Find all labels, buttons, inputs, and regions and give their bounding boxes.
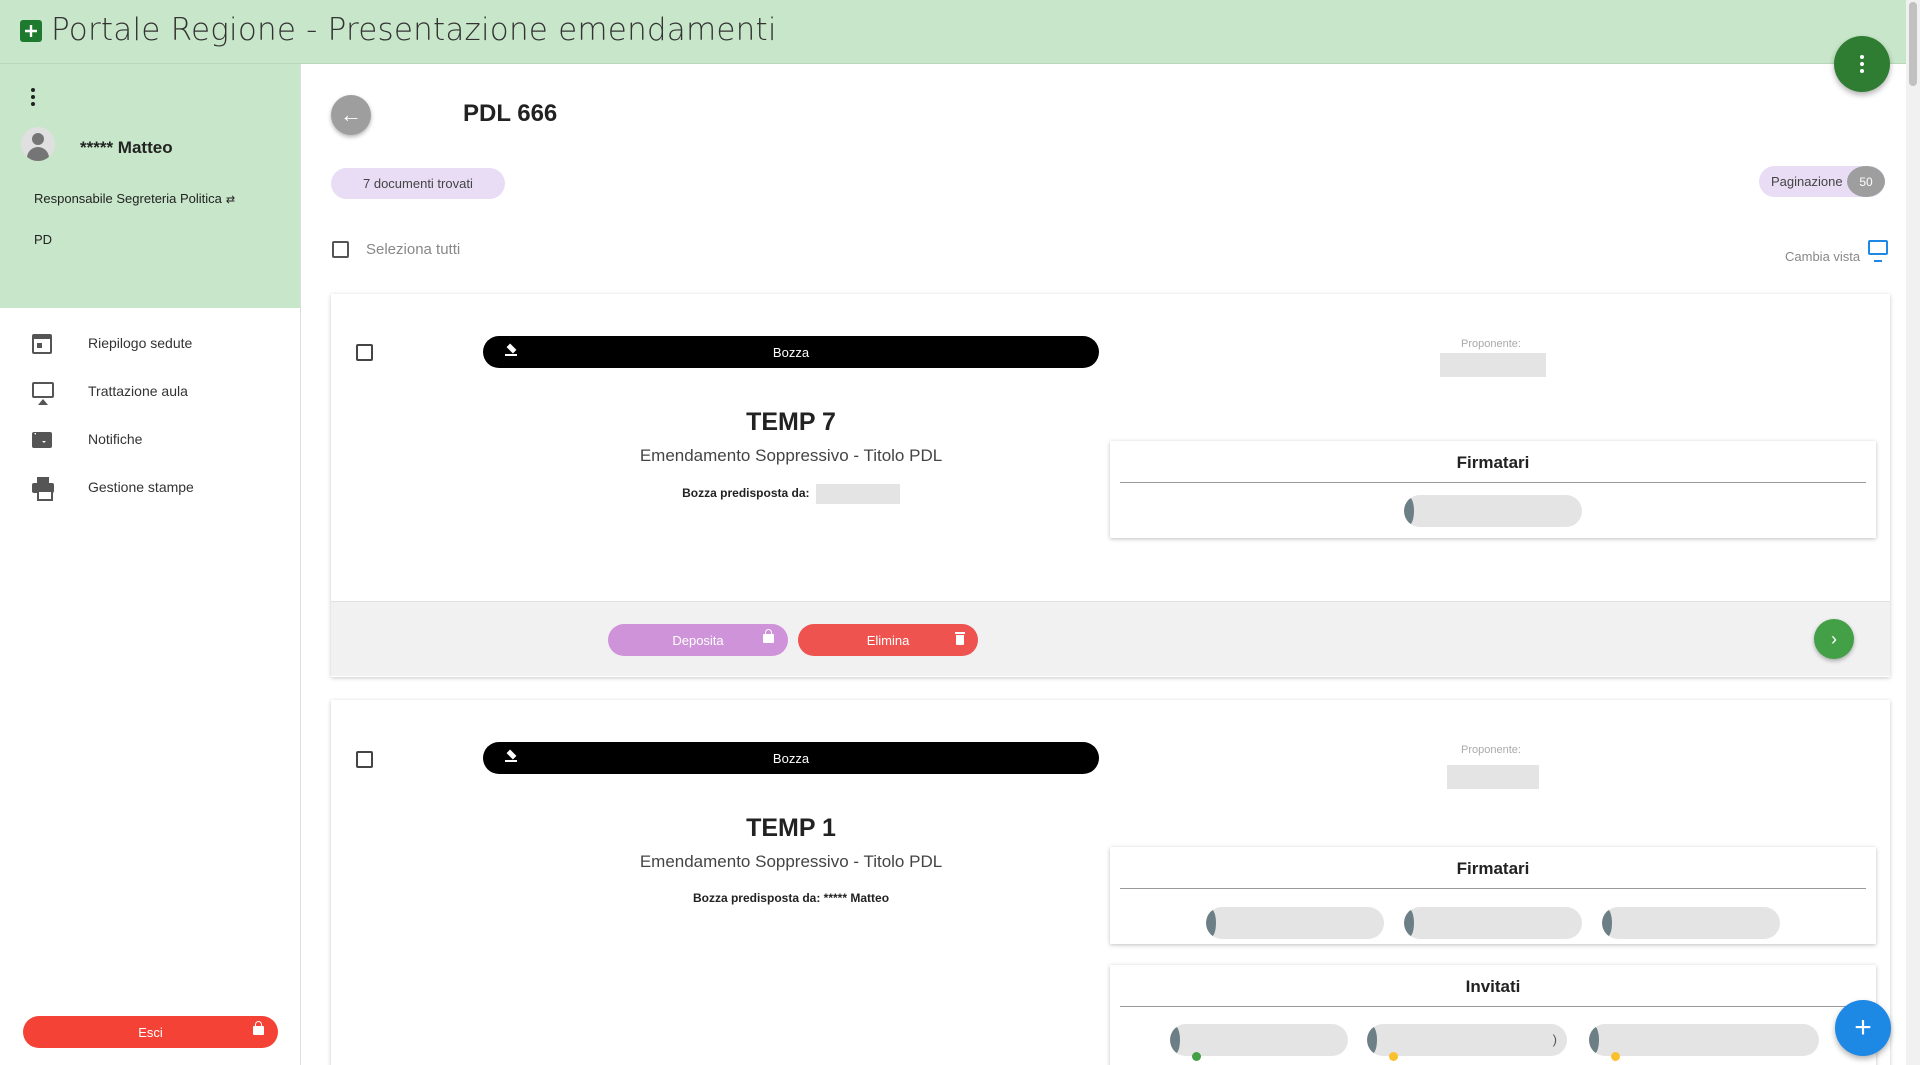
card-actions: Deposita Elimina › xyxy=(331,601,1890,676)
mail-icon xyxy=(32,432,52,448)
card-checkbox[interactable] xyxy=(356,344,373,361)
status-bar: Bozza xyxy=(483,742,1099,774)
open-detail-button[interactable]: › xyxy=(1814,619,1854,659)
swap-icon[interactable]: ⇄ xyxy=(226,194,235,206)
sidebar-item-label: Notifiche xyxy=(88,431,143,447)
status-label: Bozza xyxy=(772,750,810,766)
arrow-left-icon: ← xyxy=(340,102,362,127)
user-name: ***** Matteo xyxy=(80,138,173,157)
invited-chip[interactable]: ) xyxy=(1367,1024,1567,1056)
amendment-title: TEMP 1 xyxy=(746,814,836,842)
user-role-label: Responsabile Segreteria Politica xyxy=(34,191,222,206)
pagination-chip[interactable]: Paginazione 50 xyxy=(1759,166,1885,197)
sidebar-item-trattazione-aula[interactable]: Trattazione aula xyxy=(0,368,300,416)
sidebar-item-riepilogo-sedute[interactable]: Riepilogo sedute xyxy=(0,320,300,368)
delete-label: Elimina xyxy=(866,632,910,648)
amendment-card: Bozza TEMP 7 Emendamento Soppressivo - T… xyxy=(331,294,1890,677)
status-dot xyxy=(1389,1052,1398,1061)
status-dot xyxy=(1192,1052,1201,1061)
redacted-name xyxy=(815,484,900,504)
change-view-label[interactable]: Cambia vista xyxy=(1785,249,1860,264)
printer-icon xyxy=(32,477,54,501)
proponent-redacted xyxy=(1440,353,1546,377)
invited-panel: Invitati ) xyxy=(1110,965,1876,1065)
back-button[interactable]: ← xyxy=(331,95,371,135)
signers-title: Firmatari xyxy=(1120,847,1866,889)
status-label: Bozza xyxy=(772,344,810,360)
plus-icon: + xyxy=(1854,1011,1872,1044)
proponent-redacted xyxy=(1447,765,1539,789)
deposit-label: Deposita xyxy=(672,632,724,648)
logout-label: Esci xyxy=(138,1024,163,1040)
app-header: Portale Regione - Presentazione emendame… xyxy=(0,0,1920,64)
sidebar-item-gestione-stampe[interactable]: Gestione stampe xyxy=(0,464,300,512)
user-panel: ***** Matteo Responsabile Segreteria Pol… xyxy=(0,64,300,308)
sidebar-item-label: Gestione stampe xyxy=(88,479,194,495)
scrollbar-thumb[interactable] xyxy=(1909,2,1917,86)
user-role[interactable]: Responsabile Segreteria Politica ⇄ xyxy=(34,191,235,206)
proponent-label: Proponente: xyxy=(1461,338,1521,350)
monitor-icon[interactable] xyxy=(1868,240,1888,262)
more-vertical-icon xyxy=(1860,55,1864,73)
signer-chip[interactable] xyxy=(1206,907,1384,939)
signers-panel: Firmatari xyxy=(1110,441,1876,538)
chevron-right-icon: › xyxy=(1831,628,1837,649)
sidebar: ***** Matteo Responsabile Segreteria Pol… xyxy=(0,64,301,1065)
trash-icon xyxy=(955,632,965,645)
amendment-subtitle: Emendamento Soppressivo - Titolo PDL xyxy=(639,852,943,871)
sidebar-item-label: Riepilogo sedute xyxy=(88,335,193,351)
sidebar-item-notifiche[interactable]: Notifiche xyxy=(0,416,300,464)
more-menu-button[interactable] xyxy=(1834,36,1890,92)
amendment-title: TEMP 7 xyxy=(746,408,836,436)
proponent-label: Proponente: xyxy=(1461,744,1521,756)
cast-screen-icon xyxy=(32,382,54,405)
sidebar-item-label: Trattazione aula xyxy=(88,383,188,399)
page-title: PDL 666 xyxy=(463,100,558,127)
add-amendment-button[interactable]: + xyxy=(1835,1000,1891,1056)
signer-chip[interactable] xyxy=(1602,907,1780,939)
select-all-checkbox[interactable] xyxy=(332,241,349,258)
user-menu-icon[interactable] xyxy=(31,88,35,106)
invited-chip[interactable] xyxy=(1589,1024,1819,1056)
scrollbar[interactable] xyxy=(1906,0,1920,1065)
draft-label: Bozza predisposta da: xyxy=(692,891,821,905)
app-logo-icon xyxy=(20,20,42,42)
amendment-card: Bozza TEMP 1 Emendamento Soppressivo - T… xyxy=(331,700,1890,1065)
signers-panel: Firmatari xyxy=(1110,847,1876,944)
draft-author: Bozza predisposta da: xyxy=(483,484,1099,504)
lock-icon xyxy=(763,629,774,643)
logout-button[interactable]: Esci xyxy=(23,1016,278,1048)
calendar-icon xyxy=(32,334,52,354)
amendment-subtitle: Emendamento Soppressivo - Titolo PDL xyxy=(639,446,943,465)
sidebar-nav: Riepilogo sedute Trattazione aula Notifi… xyxy=(0,320,300,512)
results-count-chip: 7 documenti trovati xyxy=(331,168,505,199)
app-title: Portale Regione - Presentazione emendame… xyxy=(51,12,777,48)
invited-title: Invitati xyxy=(1120,965,1866,1007)
signer-chip[interactable] xyxy=(1404,907,1582,939)
gavel-icon xyxy=(503,344,519,360)
card-checkbox[interactable] xyxy=(356,751,373,768)
status-dot xyxy=(1611,1052,1620,1061)
invited-chip-text: ) xyxy=(1552,1032,1557,1047)
signer-chip[interactable] xyxy=(1404,495,1582,527)
pagination-label: Paginazione xyxy=(1771,174,1843,189)
draft-author: Bozza predisposta da: ***** Matteo xyxy=(483,891,1099,905)
pagination-value[interactable]: 50 xyxy=(1847,166,1885,197)
user-group: PD xyxy=(34,232,53,247)
draft-author-name: ***** Matteo xyxy=(823,891,890,905)
avatar xyxy=(21,127,55,161)
select-all-label[interactable]: Seleziona tutti xyxy=(366,241,460,258)
gavel-icon xyxy=(503,750,519,766)
deposit-button[interactable]: Deposita xyxy=(608,624,788,656)
status-bar: Bozza xyxy=(483,336,1099,368)
signers-title: Firmatari xyxy=(1120,441,1866,483)
draft-label: Bozza predisposta da: xyxy=(682,486,810,501)
lock-icon xyxy=(253,1021,264,1035)
delete-button[interactable]: Elimina xyxy=(798,624,978,656)
